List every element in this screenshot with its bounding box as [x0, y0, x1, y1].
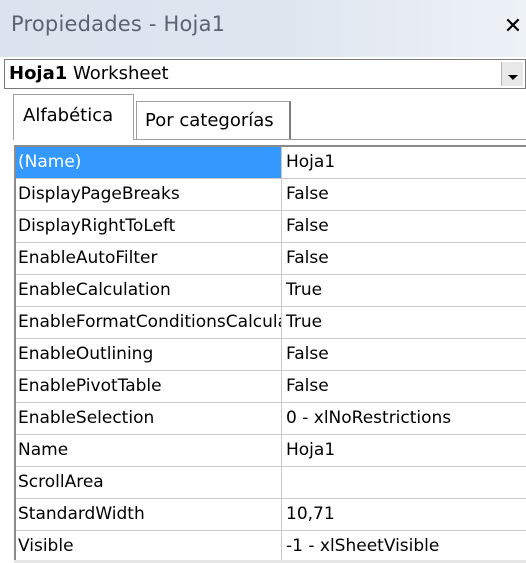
- property-name[interactable]: EnableSelection: [16, 403, 282, 434]
- property-row[interactable]: EnableOutlining False: [16, 339, 526, 371]
- property-row[interactable]: EnableFormatConditionsCalculation True: [16, 307, 526, 339]
- property-name[interactable]: EnableAutoFilter: [16, 243, 282, 274]
- chevron-down-icon[interactable]: [501, 62, 523, 86]
- property-value[interactable]: [282, 467, 526, 498]
- property-value[interactable]: True: [282, 307, 526, 338]
- object-selector-dropdown[interactable]: Hoja1 Worksheet: [4, 59, 526, 89]
- property-row-name-special[interactable]: (Name) Hoja1: [16, 147, 526, 179]
- property-value[interactable]: True: [282, 275, 526, 306]
- property-row[interactable]: EnableAutoFilter False: [16, 243, 526, 275]
- property-value[interactable]: False: [282, 243, 526, 274]
- property-value[interactable]: False: [282, 179, 526, 210]
- object-type: Worksheet: [73, 63, 169, 84]
- object-name: Hoja1: [9, 63, 68, 84]
- property-row[interactable]: StandardWidth 10,71: [16, 499, 526, 531]
- property-value[interactable]: 10,71: [282, 499, 526, 530]
- property-value[interactable]: False: [282, 339, 526, 370]
- property-row[interactable]: ScrollArea: [16, 467, 526, 499]
- property-value[interactable]: False: [282, 371, 526, 402]
- property-row[interactable]: DisplayPageBreaks False: [16, 179, 526, 211]
- property-name[interactable]: ScrollArea: [16, 467, 282, 498]
- property-row[interactable]: DisplayRightToLeft False: [16, 211, 526, 243]
- tab-divider: [134, 139, 526, 140]
- property-name[interactable]: EnableFormatConditionsCalculation: [16, 307, 282, 338]
- property-name[interactable]: (Name): [16, 147, 282, 178]
- property-name[interactable]: Name: [16, 435, 282, 466]
- property-row[interactable]: Name Hoja1: [16, 435, 526, 467]
- property-name[interactable]: EnableCalculation: [16, 275, 282, 306]
- close-icon[interactable]: ✕: [502, 16, 524, 38]
- property-value[interactable]: Hoja1: [282, 147, 526, 178]
- property-name[interactable]: StandardWidth: [16, 499, 282, 530]
- property-name[interactable]: EnableOutlining: [16, 339, 282, 370]
- window-title: Propiedades - Hoja1: [11, 12, 226, 36]
- property-value[interactable]: False: [282, 211, 526, 242]
- property-row[interactable]: EnableCalculation True: [16, 275, 526, 307]
- property-row[interactable]: EnablePivotTable False: [16, 371, 526, 403]
- property-value[interactable]: -1 - xlSheetVisible: [282, 531, 526, 562]
- tab-alfabetica[interactable]: Alfabética: [13, 94, 134, 140]
- property-value[interactable]: Hoja1: [282, 435, 526, 466]
- tab-por-categorias[interactable]: Por categorías: [136, 101, 291, 139]
- property-row[interactable]: Visible -1 - xlSheetVisible: [16, 531, 526, 563]
- object-selector-value: Hoja1 Worksheet: [9, 63, 169, 84]
- property-name[interactable]: EnablePivotTable: [16, 371, 282, 402]
- property-value[interactable]: 0 - xlNoRestrictions: [282, 403, 526, 434]
- property-row[interactable]: EnableSelection 0 - xlNoRestrictions: [16, 403, 526, 435]
- title-bar: Propiedades - Hoja1 ✕: [0, 0, 526, 57]
- property-name[interactable]: DisplayRightToLeft: [16, 211, 282, 242]
- properties-grid: (Name) Hoja1 DisplayPageBreaks False Dis…: [14, 145, 526, 563]
- property-name[interactable]: DisplayPageBreaks: [16, 179, 282, 210]
- property-name[interactable]: Visible: [16, 531, 282, 562]
